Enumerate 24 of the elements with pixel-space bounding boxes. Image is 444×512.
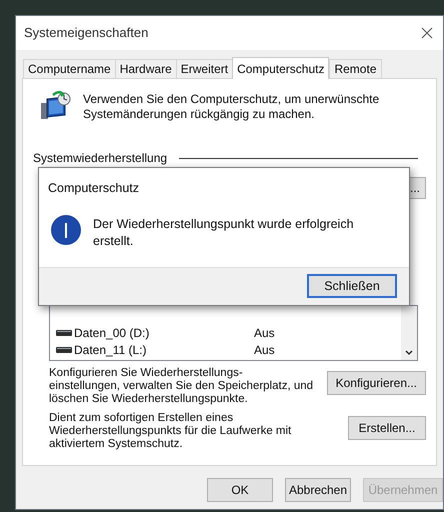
- protection-status: Aus: [254, 342, 275, 358]
- chevron-down-icon: [405, 350, 413, 356]
- description-text: Konfigurieren Sie Wiederherstellungs- einstellungen, verwalten Sie den Speicherplatz, und löschen Sie Wiederherstellungspunkte.: [49, 367, 314, 406]
- action-button[interactable]: Konfigurieren...: [326, 371, 426, 395]
- intro-text: Verwenden Sie den Computerschutz, um unerwünschte Systemänderungen rückgängig zu machen.: [83, 92, 380, 122]
- drive-name: Daten_00 (D:): [74, 324, 150, 342]
- dialog-title: Computerschutz: [48, 180, 140, 197]
- drive-name: Daten_11 (L:): [74, 342, 148, 358]
- dialog-button[interactable]: OK: [207, 478, 273, 502]
- tab[interactable]: Remote: [329, 59, 382, 78]
- drive-icon: [56, 346, 72, 354]
- close-icon: [421, 27, 433, 39]
- tab[interactable]: Computerschutz: [232, 57, 330, 79]
- dialog-message: Der Wiederherstellungspunkt wurde erfolgreich erstellt.: [93, 216, 354, 250]
- section-title: Systemwiederherstellung: [33, 150, 168, 167]
- action-button[interactable]: Erstellen...: [348, 416, 426, 440]
- protection-status: Aus: [254, 324, 275, 342]
- tab[interactable]: Computername: [23, 59, 116, 78]
- window-title: Systemeigenschaften: [24, 24, 148, 42]
- drive-icon: [56, 328, 72, 336]
- info-icon: [51, 214, 81, 245]
- close-dialog-button[interactable]: Schließen: [307, 274, 397, 298]
- description-text: Dient zum sofortigen Erstellen eines Wiederherstellungspunkts für die Laufwerke mit aktiviertem Systemschutz.: [49, 412, 292, 451]
- dialog-button[interactable]: Abbrechen: [285, 478, 351, 502]
